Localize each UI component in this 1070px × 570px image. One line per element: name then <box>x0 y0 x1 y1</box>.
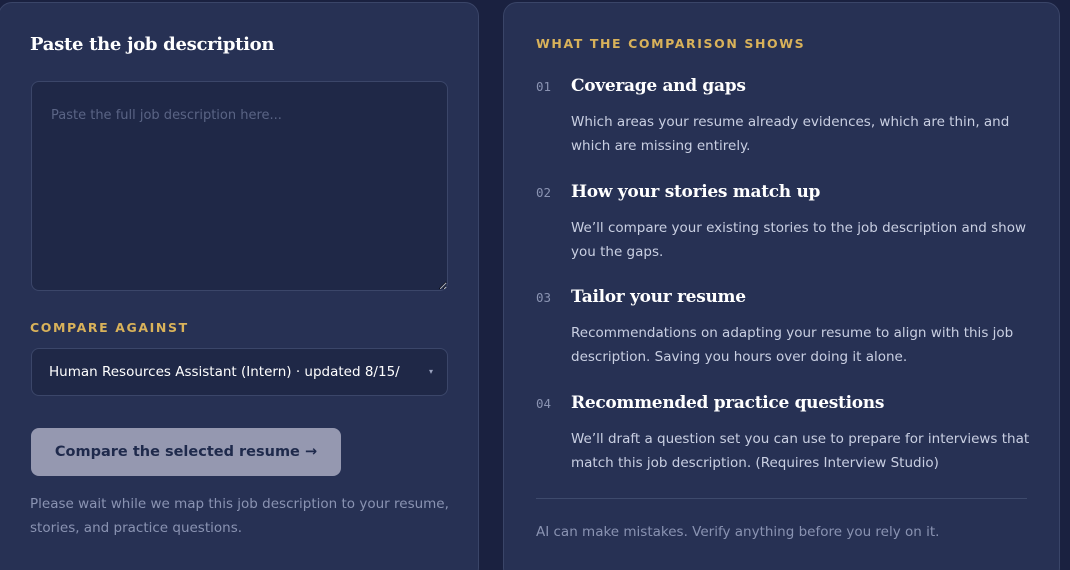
feature-description: We’ll draft a question set you can use t… <box>571 431 1030 471</box>
comparison-shows-label: WHAT THE COMPARISON SHOWS <box>536 36 806 51</box>
resume-select-value: Human Resources Assistant (Intern) · upd… <box>49 364 400 380</box>
page: Paste the job description COMPARE AGAINS… <box>0 0 1070 570</box>
feature-description: Which areas your resume already evidence… <box>571 114 1010 154</box>
job-description-title: Paste the job description <box>30 34 275 55</box>
feature-number: 02 <box>536 185 552 200</box>
compare-button[interactable]: Compare the selected resume → <box>31 428 341 476</box>
resume-select[interactable]: Human Resources Assistant (Intern) · upd… <box>31 348 448 396</box>
divider <box>536 498 1027 499</box>
feature-description: Recommendations on adapting your resume … <box>571 325 1014 365</box>
job-description-textarea[interactable] <box>31 81 448 291</box>
feature-title: Coverage and gaps <box>571 76 746 96</box>
chevron-down-icon: ▾ <box>428 367 433 376</box>
feature-number: 04 <box>536 396 552 411</box>
feature-title: Recommended practice questions <box>571 393 885 413</box>
feature-title: Tailor your resume <box>571 287 746 307</box>
wait-note: Please wait while we map this job descri… <box>30 496 449 536</box>
compare-against-label: COMPARE AGAINST <box>30 320 189 335</box>
feature-description: We’ll compare your existing stories to t… <box>571 220 1027 260</box>
feature-number: 03 <box>536 290 552 305</box>
ai-disclaimer: AI can make mistakes. Verify anything be… <box>536 524 940 540</box>
feature-number: 01 <box>536 79 552 94</box>
feature-title: How your stories match up <box>571 182 821 202</box>
